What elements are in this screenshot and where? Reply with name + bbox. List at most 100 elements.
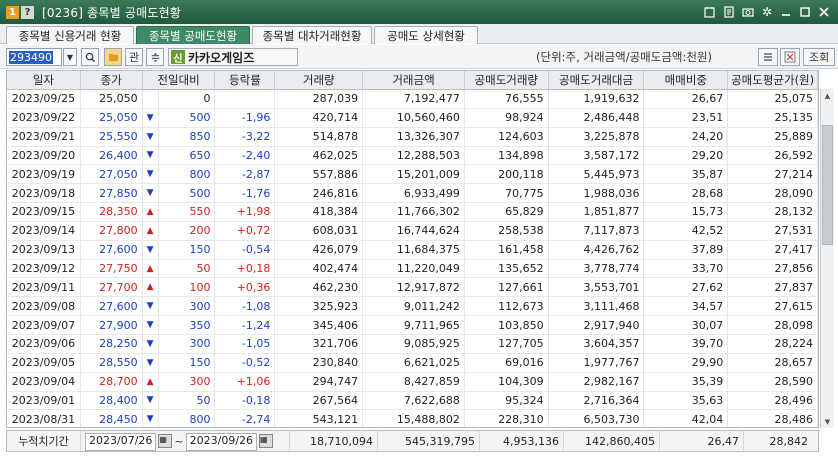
minimize-icon[interactable] [780, 6, 792, 18]
footer-short-avg: 28,842 [769, 434, 809, 448]
calendar-icon[interactable]: ▦ [158, 434, 173, 448]
table-row[interactable]: 2023/09/21 25,550 ▼ 850 -3,22 514,878 13,326,3… [7, 127, 818, 147]
scroll-thumb[interactable] [822, 125, 833, 245]
header-rate[interactable]: 등락률 [215, 71, 276, 89]
calendar-icon[interactable]: ▦ [259, 434, 274, 448]
cell-volume: 426,079 [275, 240, 364, 259]
table-row[interactable]: 2023/09/14 27,800 ▲ 200 +0,72 608,031 16,744,6… [7, 221, 818, 241]
table-row[interactable]: 2023/09/07 27,900 ▼ 350 -1,24 345,406 9,711,96… [7, 316, 818, 335]
folder-icon[interactable] [104, 48, 122, 66]
cell-short-avg: 28,590 [728, 372, 818, 391]
table-row[interactable]: 2023/09/04 28,700 ▲ 300 +1,06 294,747 8,427,85… [7, 372, 818, 392]
cell-close: 25,050 [81, 90, 143, 108]
cell-short-avg: 25,135 [728, 108, 818, 127]
cell-volume: 418,384 [275, 203, 364, 221]
tab-short-detail[interactable]: 공매도 상세현황 [374, 26, 478, 44]
cell-change: 300 [159, 297, 216, 316]
cell-ratio: 33,70 [644, 259, 729, 278]
help-icon[interactable]: ? [21, 5, 34, 19]
vertical-scrollbar[interactable]: ▲ ▼ [820, 89, 834, 428]
table-row[interactable]: 2023/09/11 27,700 ▲ 100 +0,36 462,230 12,917,8… [7, 278, 818, 298]
footer-short-amount: 142,860,405 [564, 431, 660, 451]
link-icon[interactable] [704, 6, 716, 18]
cell-change: 800 [159, 410, 216, 427]
cell-short-avg: 28,496 [728, 391, 818, 410]
cell-short-amount: 3,111,468 [549, 297, 645, 316]
cell-short-avg: 25,075 [728, 90, 818, 108]
cell-short-volume: 104,309 [465, 372, 549, 391]
footer-volume: 18,710,094 [290, 431, 378, 451]
cell-change: 200 [159, 221, 216, 240]
query-button[interactable]: 조회 [803, 48, 835, 66]
table-row[interactable]: 2023/09/20 26,400 ▼ 650 -2,40 462,025 12,288,5… [7, 146, 818, 166]
tab-credit-trading[interactable]: 종목별 신용거래 현황 [6, 26, 134, 44]
cell-short-volume: 134,898 [465, 146, 549, 165]
header-close[interactable]: 종가 [81, 71, 143, 89]
camera-icon[interactable] [742, 6, 754, 18]
maximize-icon[interactable] [799, 6, 811, 18]
gear-icon[interactable]: ✲ [761, 5, 773, 19]
table-row[interactable]: 2023/09/13 27,600 ▼ 150 -0,54 426,079 11,684,3… [7, 240, 818, 260]
cell-ratio: 29,90 [644, 353, 729, 372]
cell-amount: 6,933,499 [363, 184, 465, 203]
list-view-icon[interactable] [758, 48, 778, 66]
header-volume[interactable]: 거래량 [275, 71, 364, 89]
magnifier-icon[interactable] [81, 48, 99, 66]
table-row[interactable]: 2023/09/25 25,050 0 287,039 7,192,477 76,555 1… [7, 90, 818, 109]
cell-short-volume: 98,924 [465, 108, 549, 127]
cell-amount: 8,427,859 [363, 372, 465, 391]
scroll-down-icon[interactable]: ▼ [821, 415, 834, 428]
cell-short-avg: 27,214 [728, 165, 818, 184]
period-from-input[interactable]: 2023/07/26 [85, 432, 157, 451]
header-short-amount[interactable]: 공매도거래대금 [549, 71, 645, 89]
cell-amount: 6,621,025 [363, 353, 465, 372]
cell-short-volume: 95,324 [465, 391, 549, 410]
stock-code-input[interactable]: 293490 [6, 48, 62, 66]
cell-short-volume: 161,458 [465, 240, 549, 259]
print-icon[interactable] [723, 6, 735, 18]
header-short-volume[interactable]: 공매도거래량 [465, 71, 549, 89]
cell-close: 27,850 [81, 184, 143, 203]
tab-lending-trading[interactable]: 종목별 대차거래현황 [252, 26, 372, 44]
cell-date: 2023/09/12 [7, 259, 81, 278]
cell-close: 27,700 [81, 278, 143, 297]
cell-rate: -2,74 [215, 410, 276, 427]
header-change[interactable]: 전일대비 [143, 71, 216, 89]
cell-amount: 12,288,503 [363, 146, 465, 165]
table-row[interactable]: 2023/09/01 28,400 ▼ 50 -0,18 267,564 7,622,688… [7, 391, 818, 411]
cell-short-volume: 258,538 [465, 221, 549, 240]
header-date[interactable]: 일자 [7, 71, 81, 89]
code-dropdown-chevron-icon[interactable]: ▼ [63, 48, 77, 66]
cell-ratio: 35,39 [644, 372, 729, 391]
title-bar: 1 ? [0236] 종목별 공매도현황 ✲ [0, 0, 838, 24]
table-row[interactable]: 2023/09/15 28,350 ▲ 550 +1,98 418,384 11,766,3… [7, 203, 818, 222]
header-ratio[interactable]: 매매비중 [644, 71, 729, 89]
cell-short-volume: 228,310 [465, 410, 549, 427]
scroll-up-icon[interactable]: ▲ [821, 89, 834, 102]
stock-name-field[interactable]: 신 카카오게임즈 [168, 48, 298, 66]
interest-button[interactable]: 관 [125, 48, 143, 66]
tab-short-selling[interactable]: 종목별 공매도현황 [136, 26, 250, 44]
cell-volume: 230,840 [275, 353, 364, 372]
table-row[interactable]: 2023/08/31 28,450 ▼ 800 -2,74 543,121 15,488,8… [7, 410, 818, 427]
history-icon[interactable] [146, 48, 164, 66]
header-amount[interactable]: 거래금액 [363, 71, 465, 89]
cell-change: 300 [159, 334, 216, 353]
cell-amount: 16,744,624 [363, 221, 465, 240]
down-arrow-icon: ▼ [143, 297, 159, 316]
table-row[interactable]: 2023/09/06 28,250 ▼ 300 -1,05 321,706 9,085,92… [7, 334, 818, 354]
unit-note: (단위:주, 거래금액/공매도금액:천원) [536, 50, 713, 64]
cell-short-avg: 26,592 [728, 146, 818, 165]
table-row[interactable]: 2023/09/12 27,750 ▲ 50 +0,18 402,474 11,220,04… [7, 259, 818, 279]
table-row[interactable]: 2023/09/05 28,550 ▼ 150 -0,52 230,840 6,621,02… [7, 353, 818, 373]
window-number-icon[interactable]: 1 [6, 5, 19, 19]
table-row[interactable]: 2023/09/18 27,850 ▼ 500 -1,76 246,816 6,933,49… [7, 184, 818, 204]
table-row[interactable]: 2023/09/08 27,600 ▼ 300 -1,08 325,923 9,011,24… [7, 297, 818, 317]
period-to-input[interactable]: 2023/09/26 [185, 432, 258, 451]
table-row[interactable]: 2023/09/19 27,050 ▼ 800 -2,87 557,886 15,201,0… [7, 165, 818, 185]
table-row[interactable]: 2023/09/22 25,050 ▼ 500 -1,96 420,714 10,560,4… [7, 108, 818, 128]
close-icon[interactable] [818, 6, 830, 18]
header-short-avg[interactable]: 공매도평균가(원) [728, 71, 818, 89]
cell-change: 50 [159, 391, 216, 410]
excel-icon[interactable] [780, 48, 800, 66]
